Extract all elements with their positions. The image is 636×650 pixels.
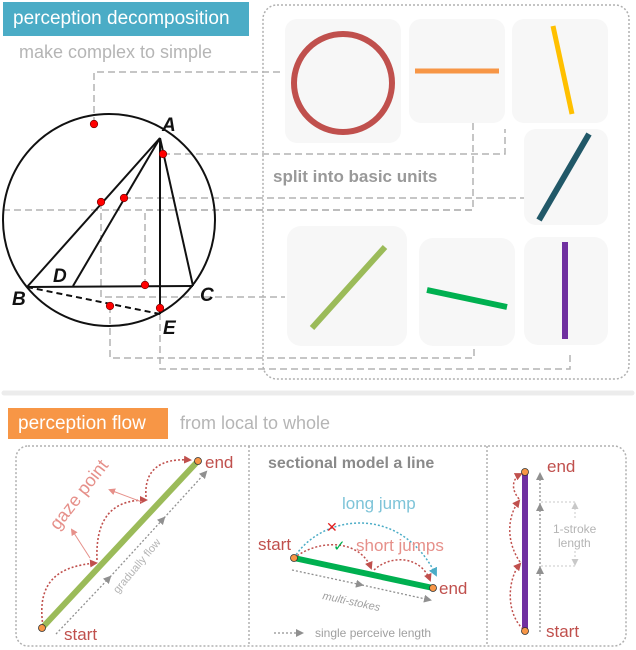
section-subtitle-flow: from local to whole bbox=[180, 413, 331, 433]
diagram-canvas: A B C D E split into basic units end sta… bbox=[0, 4, 635, 647]
flow-start-node bbox=[38, 624, 46, 632]
point-label-c: C bbox=[200, 285, 214, 306]
point-label-e: E bbox=[163, 318, 177, 339]
unit-card-steep bbox=[512, 19, 608, 123]
gaze-pointer-2 bbox=[108, 488, 143, 503]
stroke-length-label-1: 1-stroke bbox=[553, 522, 597, 536]
stroke-start-label: start bbox=[546, 622, 579, 641]
stroke-jump-2 bbox=[509, 499, 521, 563]
stroke-length-label-2: length bbox=[558, 536, 591, 550]
flow-start-label: start bbox=[64, 625, 97, 644]
stroke-start-node bbox=[521, 627, 529, 635]
multi-strokes-label: multi-stokes bbox=[321, 590, 381, 614]
point-label-d: D bbox=[53, 266, 67, 287]
point-label-a: A bbox=[161, 115, 176, 136]
gaze-pointer-1 bbox=[70, 528, 91, 559]
right-mark: ✓ bbox=[333, 538, 346, 555]
sectional-title: sectional model a line bbox=[268, 455, 434, 472]
sectional-end-node bbox=[429, 584, 437, 592]
short-jumps-label: short jumps bbox=[356, 536, 444, 555]
section-tag-flow: perception flow bbox=[8, 408, 168, 439]
sectional-end-label: end bbox=[439, 579, 467, 598]
unit-card-circle bbox=[285, 19, 401, 143]
sectional-start-node bbox=[290, 554, 298, 562]
geometry-figure bbox=[2, 113, 216, 327]
stroke-end-node bbox=[521, 468, 529, 476]
stroke-jump-1 bbox=[509, 562, 524, 630]
flow-end-node bbox=[194, 457, 202, 465]
gaze-jump-2 bbox=[96, 496, 148, 561]
flow-end-label: end bbox=[205, 453, 233, 472]
geometry-circle bbox=[2, 113, 216, 327]
panel-gradual-flow: end start gaze point gradually flow bbox=[38, 453, 233, 644]
legend-label: single perceive length bbox=[315, 626, 431, 640]
wrong-mark: ✕ bbox=[326, 519, 338, 535]
split-label: split into basic units bbox=[273, 167, 437, 186]
flow-line bbox=[39, 458, 201, 631]
stroke-end-label: end bbox=[547, 457, 575, 476]
stroke-jump-3 bbox=[512, 473, 523, 500]
panel-sectional-model: sectional model a line long jump ✕ ✓ sho… bbox=[258, 455, 467, 640]
panel-stroke-length: end start 1-stroke length bbox=[509, 457, 597, 641]
gaze-point-label: gaze point bbox=[45, 456, 112, 534]
sectional-start-label: start bbox=[258, 535, 291, 554]
point-label-b: B bbox=[12, 289, 26, 310]
long-jump-label: long jump bbox=[342, 494, 416, 513]
